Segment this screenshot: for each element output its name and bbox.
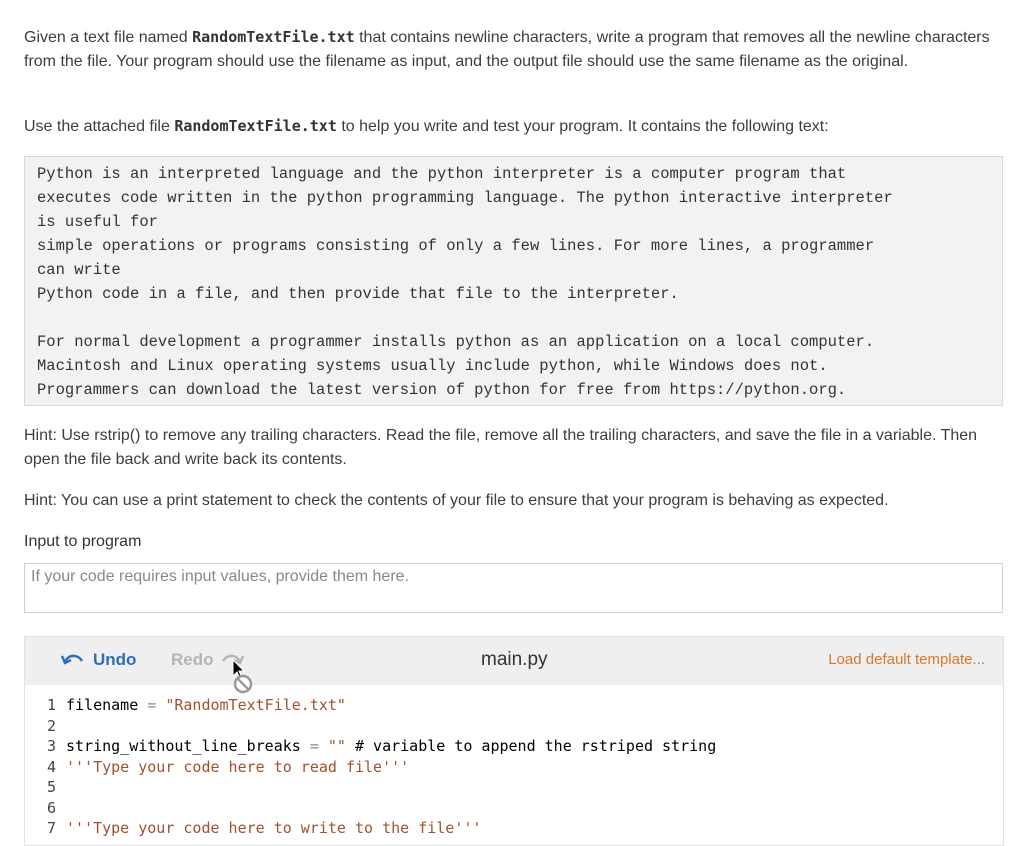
hint-rstrip: Hint: Use rstrip() to remove any trailin…	[24, 427, 978, 468]
line-number: 6	[46, 798, 56, 817]
code-string: "RandomTextFile.txt"	[165, 696, 346, 714]
input-label: Input to program	[24, 533, 142, 550]
editor-toolbar: Undo Redo main.py Load default template.…	[25, 637, 1003, 694]
undo-button[interactable]: Undo	[60, 650, 137, 670]
code-token: string_without_line_breaks	[66, 737, 310, 755]
load-default-template-link[interactable]: Load default template...	[828, 651, 985, 668]
code-line: 5	[25, 777, 1003, 798]
code-lines[interactable]: 1 filename = "RandomTextFile.txt" 2 3 stri…	[25, 695, 1003, 839]
line-number: 7	[46, 819, 56, 837]
code-string: '''Type your code here to write to the f…	[66, 819, 482, 837]
attached-filename-code: RandomTextFile.txt	[174, 117, 337, 135]
program-input-field[interactable]	[24, 563, 1003, 613]
code-string: '''Type your code here to read file'''	[66, 757, 410, 776]
code-line: 1 filename = "RandomTextFile.txt"	[25, 695, 1003, 716]
line-number: 1	[46, 696, 56, 714]
code-operator: =	[309, 737, 319, 755]
code-operator: =	[147, 696, 157, 714]
code-line: 3 string_without_line_breaks = "" # varia…	[25, 736, 1003, 757]
code-editor: Undo Redo main.py Load default template.…	[24, 636, 1004, 846]
mouse-pointer-not-allowed-icon	[231, 658, 257, 700]
undo-icon	[60, 650, 85, 670]
hint-print: Hint: You can use a print statement to c…	[24, 492, 889, 509]
redo-label: Redo	[171, 650, 214, 669]
intro-paragraph: Given a text file named RandomTextFile.t…	[24, 25, 994, 74]
code-line: 7 '''Type your code here to write to the …	[25, 818, 1003, 839]
line-number: 5	[46, 778, 56, 796]
code-line: 2	[25, 716, 1003, 737]
line-number: 2	[46, 716, 56, 735]
undo-label: Undo	[93, 650, 137, 669]
line-number: 4	[46, 757, 56, 776]
attached-text-b: to help you write and test your program.…	[336, 118, 829, 135]
code-token: filename	[66, 696, 148, 714]
code-line: 6	[25, 798, 1003, 819]
editor-filename: main.py	[481, 649, 548, 670]
intro-text-a: Given a text file named	[24, 29, 193, 46]
attached-file-paragraph: Use the attached file RandomTextFile.txt…	[24, 114, 994, 139]
code-string: ""	[327, 737, 346, 755]
filename-code: RandomTextFile.txt	[192, 28, 355, 46]
code-comment: # variable to append the rstriped string	[345, 737, 717, 755]
attached-text-a: Use the attached file	[24, 118, 175, 135]
line-number: 3	[46, 737, 56, 755]
sample-text-block: Python is an interpreted language and th…	[24, 156, 1003, 406]
code-line: 4 '''Type your code here to read file'''	[25, 757, 1003, 778]
